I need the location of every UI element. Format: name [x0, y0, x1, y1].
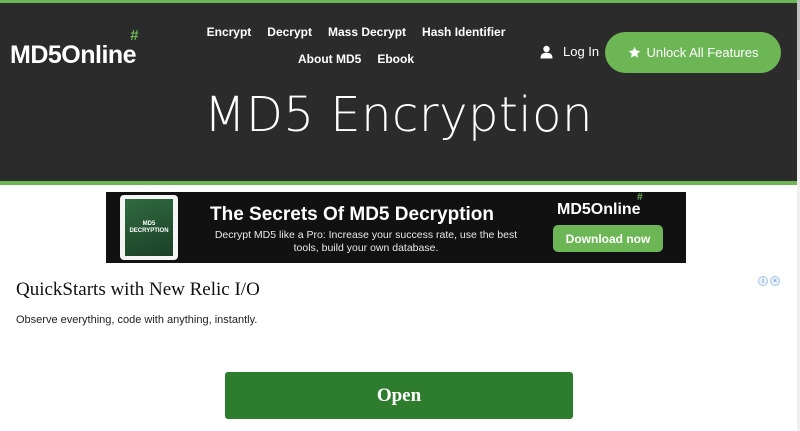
open-button[interactable]: Open	[225, 372, 573, 419]
main-nav: Encrypt Decrypt Mass Decrypt Hash Identi…	[196, 25, 516, 66]
ebook-banner[interactable]: MD5 DECRYPTION The Secrets Of MD5 Decryp…	[106, 192, 686, 263]
download-now-button[interactable]: Download now	[553, 225, 663, 252]
banner-logo-text: MD5Online	[557, 201, 641, 218]
logo-text: MD5Online	[10, 41, 137, 69]
login-label: Log In	[563, 44, 600, 59]
ebook-cover: MD5 DECRYPTION	[125, 199, 173, 256]
logo-hash-mark: #	[130, 27, 139, 44]
nav-link-encrypt[interactable]: Encrypt	[207, 25, 252, 39]
star-icon	[628, 46, 640, 58]
site-header: MD5Online # Encrypt Decrypt Mass Decrypt…	[0, 0, 797, 185]
banner-title: The Secrets Of MD5 Decryption	[210, 204, 495, 225]
ebook-tablet-image: MD5 DECRYPTION	[120, 195, 178, 260]
nav-link-about-md5[interactable]: About MD5	[298, 52, 361, 66]
close-icon[interactable]: ×	[770, 276, 780, 286]
login-link[interactable]: Log In	[540, 44, 599, 59]
ad-choices-badge[interactable]: i ×	[758, 276, 781, 288]
nav-link-decrypt[interactable]: Decrypt	[267, 25, 312, 39]
unlock-all-features-button[interactable]: Unlock All Features	[605, 32, 781, 73]
ad-description: Observe everything, code with anything, …	[16, 314, 258, 326]
site-logo[interactable]: MD5Online #	[10, 27, 139, 70]
banner-subtitle: Decrypt MD5 like a Pro: Increase your su…	[214, 229, 518, 254]
nav-link-ebook[interactable]: Ebook	[377, 52, 414, 66]
user-icon	[540, 45, 553, 58]
nav-link-mass-decrypt[interactable]: Mass Decrypt	[328, 25, 406, 39]
banner-logo: MD5Online #	[557, 192, 643, 219]
banner-logo-hash: #	[637, 192, 643, 203]
info-icon[interactable]: i	[758, 276, 768, 286]
unlock-label: Unlock All Features	[646, 45, 759, 60]
nav-link-hash-identifier[interactable]: Hash Identifier	[422, 25, 505, 39]
page-title: MD5 Encryption	[204, 87, 593, 143]
ad-title[interactable]: QuickStarts with New Relic I/O	[16, 279, 260, 301]
